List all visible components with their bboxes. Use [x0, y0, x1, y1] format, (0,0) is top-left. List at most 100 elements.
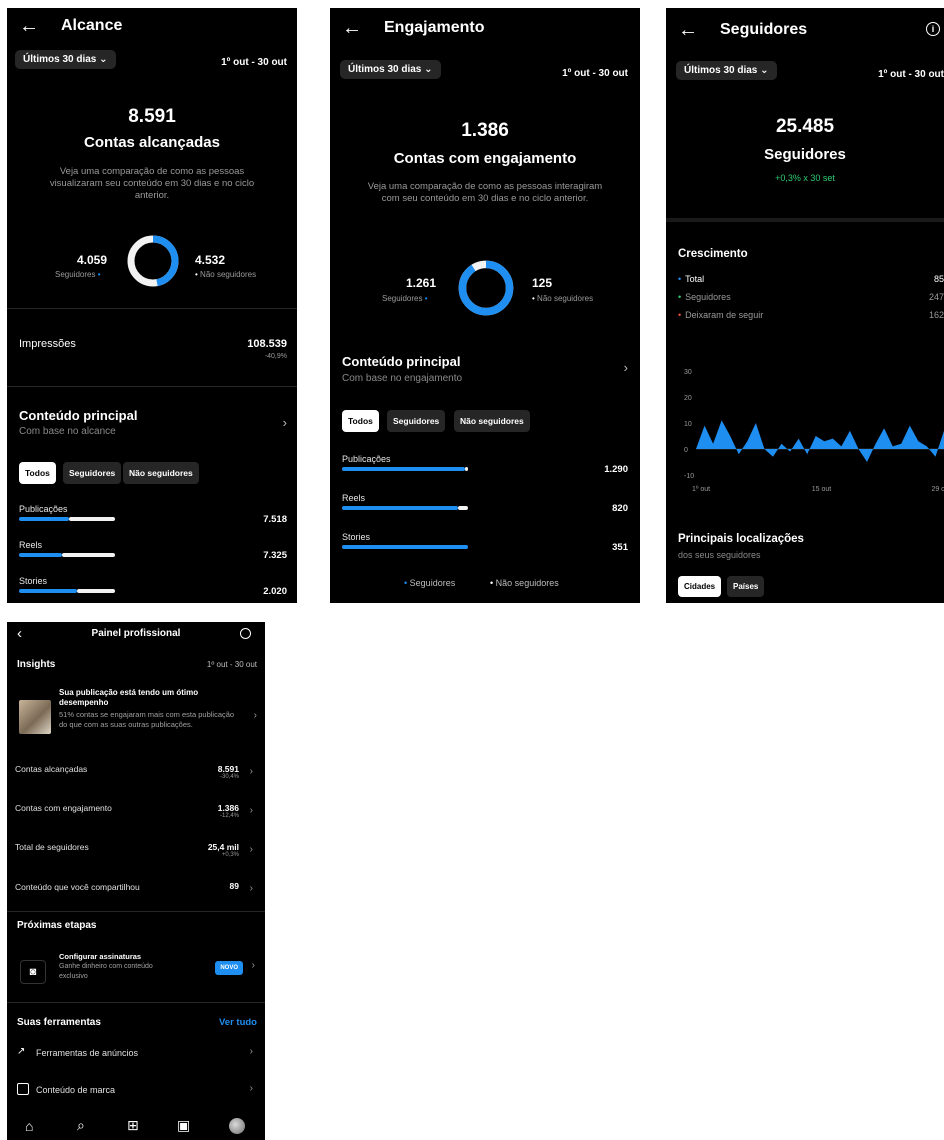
chevron-right-icon[interactable]: › — [624, 360, 628, 375]
back-arrow-icon[interactable]: ← — [342, 18, 364, 38]
tool-label: Conteúdo de marca — [36, 1085, 116, 1095]
search-icon[interactable]: ⌕ — [77, 1117, 85, 1134]
chevron-right-icon[interactable]: › — [250, 766, 253, 777]
content-subtitle: Com base no engajamento — [342, 373, 463, 384]
date-range: 1º out - 30 out — [206, 660, 257, 669]
metric-label: Contas com engajamento — [15, 803, 112, 813]
divider — [666, 218, 944, 222]
y-tick-label: 10 — [684, 421, 692, 428]
x-tick-label: 1º out — [692, 486, 710, 493]
impressions-label: Impressões — [19, 338, 76, 350]
chevron-right-icon[interactable]: › — [250, 883, 253, 894]
legend-dot: • — [678, 310, 682, 320]
content-type-label: Publicações — [342, 454, 391, 464]
tab-all[interactable]: Todos — [19, 462, 56, 484]
new-badge: NOVO — [215, 961, 243, 975]
content-title[interactable]: Conteúdo principal — [342, 354, 460, 369]
period-dropdown[interactable]: Últimos 30 dias ⌄ — [15, 50, 116, 69]
nonfollowers-bar — [458, 506, 468, 510]
tab-cities[interactable]: Cidades — [678, 576, 722, 597]
description: Veja uma comparação de como as pessoas i… — [367, 181, 603, 204]
tab-followers[interactable]: Seguidores — [387, 410, 446, 432]
nonfollowers-bar — [465, 467, 468, 471]
growth-area-series — [696, 420, 944, 462]
growth-item-text: Total — [685, 274, 705, 284]
growth-item-text: Deixaram de seguir — [685, 310, 764, 320]
followers-bar — [342, 506, 458, 510]
content-type-value: 351 — [612, 542, 628, 553]
divider — [7, 386, 297, 387]
subscription-card[interactable]: ◙ Configurar assinaturas Ganhe dinheiro … — [17, 947, 257, 993]
engajamento-screen: ← Engajamento Últimos 30 dias ⌄ 1º out -… — [330, 8, 640, 603]
growth-item-label: • Seguidores — [678, 292, 731, 302]
chevron-right-icon[interactable]: › — [250, 1046, 253, 1057]
chevron-right-icon[interactable]: › — [254, 710, 257, 721]
period-dropdown[interactable]: Últimos 30 dias ⌄ — [340, 60, 441, 79]
accounts-engaged-total: 1.386 — [461, 120, 509, 141]
chevron-right-icon[interactable]: › — [250, 805, 253, 816]
info-icon[interactable]: i — [926, 22, 940, 36]
tool-ads[interactable]: ↗ Ferramentas de anúncios › — [17, 1045, 257, 1063]
followers-bar — [19, 589, 77, 593]
page-title: Engajamento — [384, 19, 485, 36]
followers-bar — [342, 467, 465, 471]
x-tick-label: 15 out — [812, 486, 832, 493]
legend-followers: • Seguidores — [404, 578, 456, 588]
next-steps-title: Próximas etapas — [17, 920, 97, 931]
metric-value: 8.591 — [217, 764, 239, 774]
metric-row[interactable]: Total de seguidores 25,4 mil +0,3% › — [15, 842, 257, 860]
reels-icon[interactable]: ▣ — [177, 1117, 190, 1134]
followers-bar — [19, 553, 62, 557]
page-title: Seguidores — [720, 21, 808, 38]
followers-label: Seguidores • — [382, 294, 428, 303]
date-range: 1º out - 30 out — [562, 68, 628, 79]
chevron-right-icon[interactable]: › — [283, 415, 287, 430]
back-arrow-icon[interactable]: ← — [678, 20, 700, 40]
reach-donut-chart — [127, 235, 179, 287]
locations-title: Principais localizações — [678, 533, 804, 545]
tab-all[interactable]: Todos — [342, 410, 379, 432]
highlight-title[interactable]: Sua publicação está tendo um ótimo desem… — [59, 688, 239, 708]
followers-bar — [342, 545, 468, 549]
nonfollowers-label: • Não seguidores — [532, 294, 594, 303]
content-type-value: 820 — [612, 503, 628, 514]
period-dropdown[interactable]: Últimos 30 dias ⌄ — [676, 61, 777, 80]
content-type-value: 1.290 — [604, 464, 628, 475]
subscription-title: Configurar assinaturas — [59, 952, 142, 961]
content-title[interactable]: Conteúdo principal — [19, 408, 137, 423]
tab-followers[interactable]: Seguidores — [63, 462, 122, 484]
home-icon[interactable]: ⌂ — [25, 1118, 33, 1134]
painel-screen: ‹ Painel profissional Insights 1º out - … — [7, 622, 265, 1140]
impressions-value: 108.539 — [247, 338, 287, 350]
tab-nonfollowers[interactable]: Não seguidores — [123, 462, 199, 484]
nonfollowers-bar — [77, 589, 115, 593]
content-type-label: Stories — [342, 532, 371, 542]
chevron-right-icon[interactable]: › — [252, 960, 255, 971]
insights-title: Insights — [17, 659, 56, 670]
followers-change: +0,3% x 30 set — [775, 173, 835, 183]
tab-nonfollowers[interactable]: Não seguidores — [454, 410, 530, 432]
post-thumbnail[interactable] — [19, 700, 51, 734]
tab-countries[interactable]: Países — [727, 576, 765, 597]
tool-branded-content[interactable]: Conteúdo de marca › — [17, 1082, 257, 1100]
content-type-value: 7.325 — [263, 550, 287, 561]
date-range: 1º out - 30 out — [221, 57, 287, 68]
avatar[interactable] — [229, 1118, 245, 1134]
back-arrow-icon[interactable]: ← — [19, 16, 41, 36]
followers-value: 1.261 — [406, 276, 437, 290]
y-tick-label: 0 — [684, 447, 688, 454]
settings-icon[interactable] — [240, 628, 251, 639]
metric-row[interactable]: Contas com engajamento 1.386 -12,4% › — [15, 803, 257, 821]
metric-row[interactable]: Contas alcançadas 8.591 -30,4% › — [15, 764, 257, 782]
content-type-label: Reels — [19, 540, 43, 550]
content-type-label: Stories — [19, 576, 48, 586]
chevron-right-icon[interactable]: › — [250, 844, 253, 855]
divider — [7, 1002, 265, 1003]
create-icon[interactable]: ⊞ — [127, 1117, 139, 1134]
y-tick-label: 30 — [684, 369, 692, 376]
trend-up-icon: ↗ — [17, 1046, 26, 1057]
chevron-right-icon[interactable]: › — [250, 1083, 253, 1094]
see-all-link[interactable]: Ver tudo — [219, 1017, 257, 1028]
metric-row[interactable]: Conteúdo que você compartilhou 89 › — [15, 881, 257, 899]
branded-content-icon — [17, 1083, 29, 1095]
